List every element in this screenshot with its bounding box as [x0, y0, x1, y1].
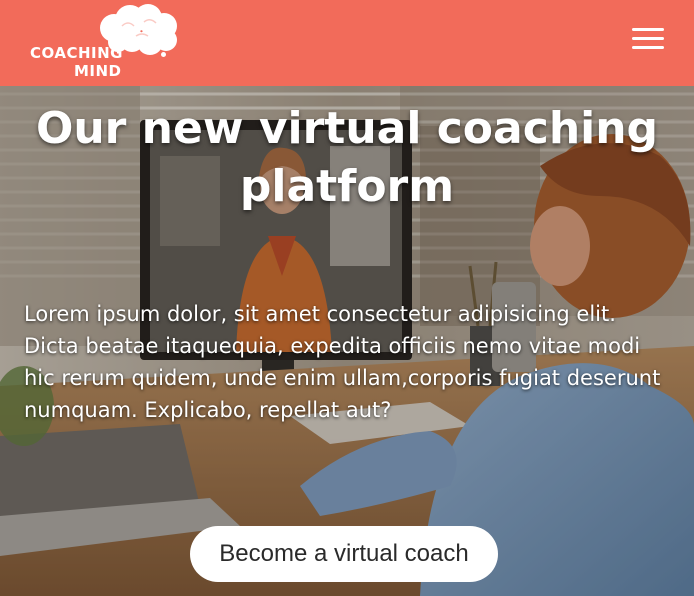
- logo[interactable]: COACHING MIND: [28, 0, 177, 86]
- site-header: COACHING MIND: [0, 0, 694, 86]
- page: COACHING MIND Our new virtual coaching p…: [0, 0, 694, 596]
- hero-description: Lorem ipsum dolor, sit amet consectetur …: [24, 302, 661, 422]
- hamburger-menu-icon[interactable]: [632, 26, 664, 52]
- become-virtual-coach-button[interactable]: Become a virtual coach: [190, 526, 498, 582]
- logo-dot: [161, 52, 166, 57]
- logo-text-coaching: COACHING: [30, 44, 123, 62]
- menu-bar: [632, 46, 664, 49]
- menu-bar: [632, 37, 664, 40]
- menu-bar: [632, 28, 664, 31]
- logo-text-mind: MIND: [74, 62, 122, 80]
- hero-title: Our new virtual coaching platform: [35, 103, 659, 212]
